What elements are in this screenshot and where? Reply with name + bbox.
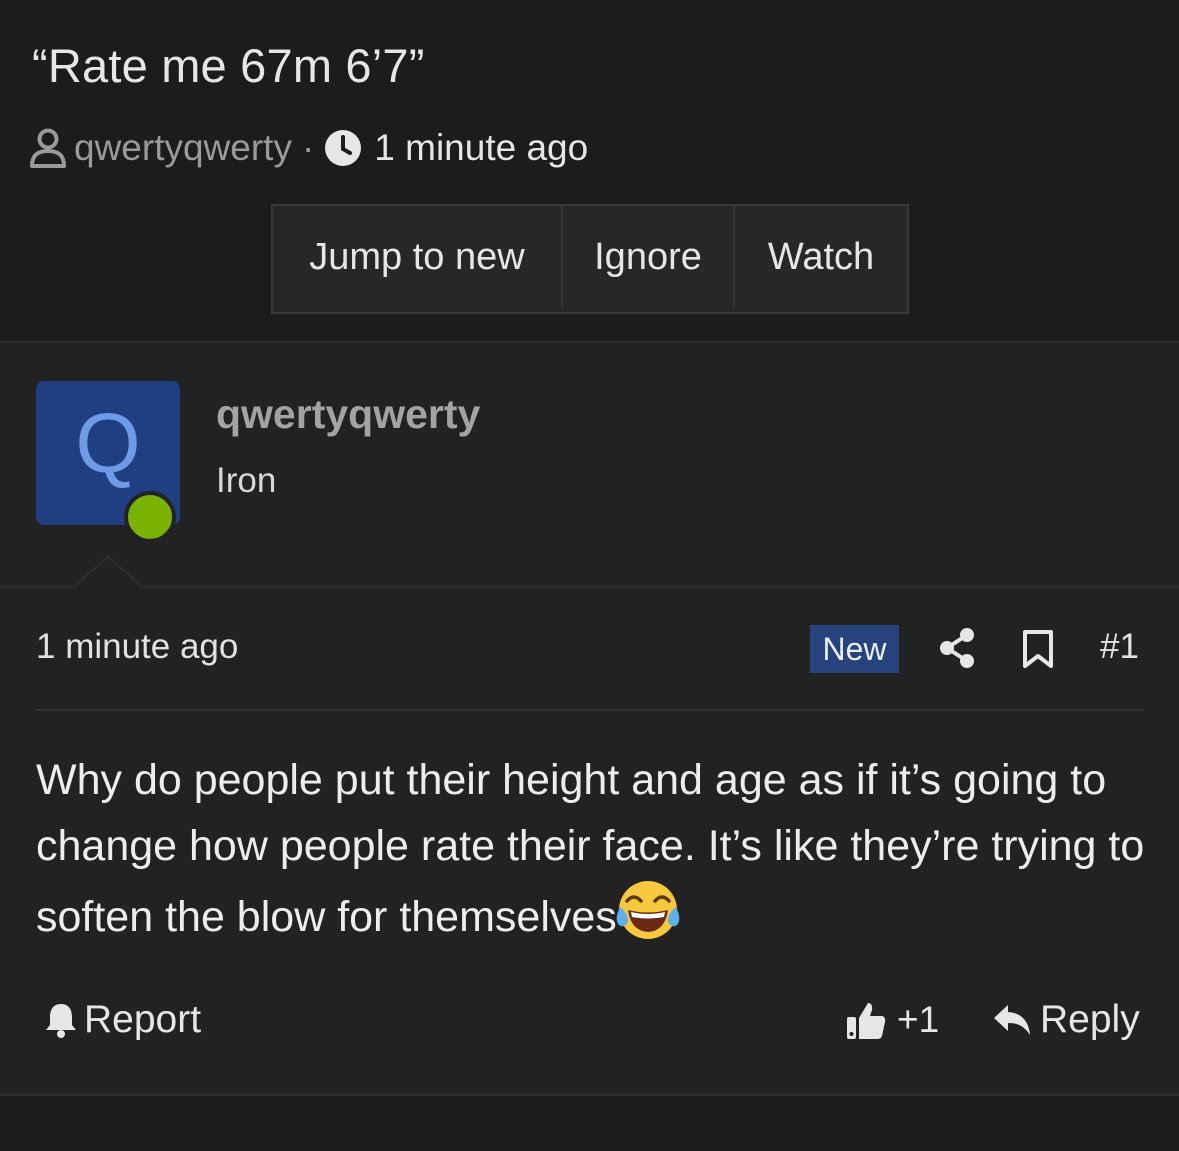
like-count: +1 [897,999,940,1040]
user-rank: Iron [216,461,277,500]
share-icon[interactable] [938,627,976,669]
bell-icon [46,1004,76,1038]
meta-separator: · [301,127,315,168]
reply-button[interactable]: Reply [992,998,1140,1042]
divider [36,709,1143,711]
post-username[interactable]: qwertyqwerty [216,391,480,438]
thread-header: “Rate me 67m 6’7” qwertyqwerty · 1 minut… [0,0,1179,340]
post-number-link[interactable]: #1 [1100,627,1139,667]
user-icon [30,128,66,168]
ignore-button[interactable]: Ignore [561,206,733,308]
reply-icon [994,1005,1030,1035]
report-button[interactable]: Report [44,998,201,1042]
post: Q qwertyqwerty Iron 1 minute ago New #1 … [0,341,1179,1096]
thread-actions: Jump to new Ignore Watch [271,204,909,314]
report-label: Report [84,998,202,1041]
online-indicator [124,491,176,543]
user-arrow-inner [74,558,142,588]
divider [0,586,1179,588]
thread-time[interactable]: 1 minute ago [374,127,588,169]
thread-title: “Rate me 67m 6’7” [32,39,425,92]
thumbs-up-icon [847,1003,886,1039]
post-body-text: Why do people put their height and age a… [36,756,1145,941]
bookmark-icon[interactable] [1022,629,1054,669]
new-badge: New [810,625,899,673]
thread-meta: qwertyqwerty · 1 minute ago [30,126,588,170]
post-time[interactable]: 1 minute ago [36,627,238,667]
thread-author-link[interactable]: qwertyqwerty [74,127,292,169]
post-body: Why do people put their height and age a… [36,747,1146,950]
laughing-emoji-icon [616,881,680,939]
clock-icon [325,130,362,166]
reply-label: Reply [1040,998,1140,1041]
avatar[interactable]: Q [36,381,180,543]
like-button[interactable]: +1 [845,998,939,1042]
avatar-letter: Q [75,396,141,490]
jump-to-new-button[interactable]: Jump to new [273,206,561,308]
watch-button[interactable]: Watch [733,206,907,308]
